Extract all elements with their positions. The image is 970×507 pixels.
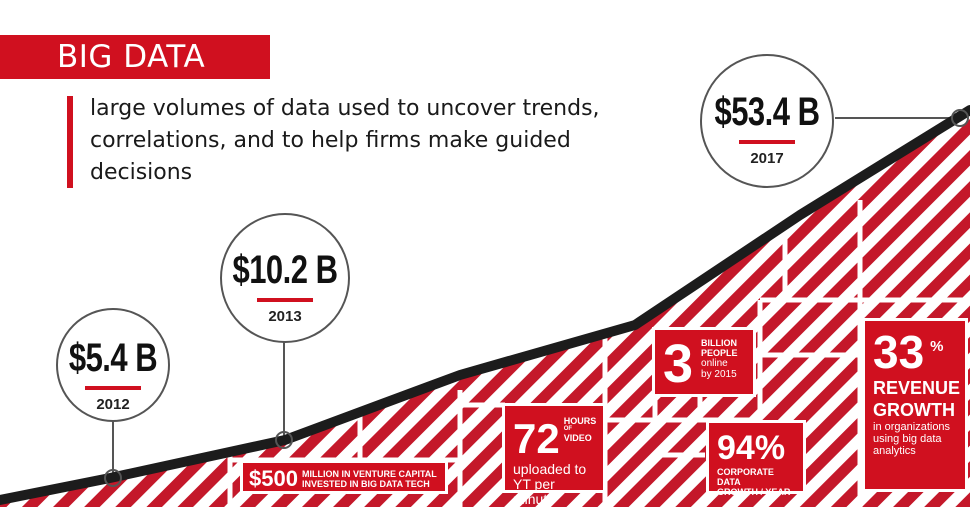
milestone-value: $10.2 B xyxy=(232,246,338,293)
milestone-value: $53.4 B xyxy=(714,88,820,135)
milestone-year: 2017 xyxy=(750,150,784,167)
fact-number: 72 xyxy=(513,415,560,462)
fact-number: 3 xyxy=(663,334,694,394)
subtitle-accent-bar xyxy=(67,96,73,188)
fact-number: 33 xyxy=(873,326,925,378)
fact-video-uploads: 72 HOURS OF VIDEO uploaded to YT per min… xyxy=(502,403,606,507)
milestone-year: 2013 xyxy=(268,308,302,325)
fact-number: 94% xyxy=(717,429,786,467)
fact-people-online: 3 BILLION PEOPLE online by 2015 xyxy=(652,327,756,397)
milestone-year: 2012 xyxy=(96,396,130,413)
fact-label-growth: GROWTH xyxy=(873,400,955,420)
fact-corporate-growth: 94% CORPORATE DATA GROWTH / YEAR xyxy=(706,420,806,497)
milestone-underline xyxy=(257,298,313,302)
fact-line-2: GROWTH / YEAR xyxy=(717,487,791,497)
fact-text-3: analytics xyxy=(873,445,916,457)
milestone-2017: $53.4 B 2017 xyxy=(700,54,834,188)
fact-label-revenue: REVENUE xyxy=(873,378,961,398)
page-description: large volumes of data used to uncover tr… xyxy=(90,96,600,185)
fact-line-1: CORPORATE DATA xyxy=(717,467,774,487)
fact-text-2: using big data xyxy=(873,433,942,445)
milestone-2012: $5.4 B 2012 xyxy=(56,308,170,422)
fact-text-2: YT per minute xyxy=(513,476,556,507)
fact-unit: % xyxy=(930,338,944,355)
page-title: BIG DATA xyxy=(0,35,270,79)
milestone-2013: $10.2 B 2013 xyxy=(220,213,350,343)
milestone-value: $5.4 B xyxy=(68,334,158,381)
fact-revenue-growth: 33 % REVENUE GROWTH in organizations usi… xyxy=(862,318,968,492)
fact-text-1: uploaded to xyxy=(513,461,587,477)
fact-number: $500 xyxy=(249,466,298,491)
milestone-underline xyxy=(739,140,795,144)
fact-venture-capital: $500 MILLION IN VENTURE CAPITAL INVESTED… xyxy=(240,460,448,494)
fact-text-1: in organizations xyxy=(873,421,951,433)
milestone-underline xyxy=(85,386,141,390)
